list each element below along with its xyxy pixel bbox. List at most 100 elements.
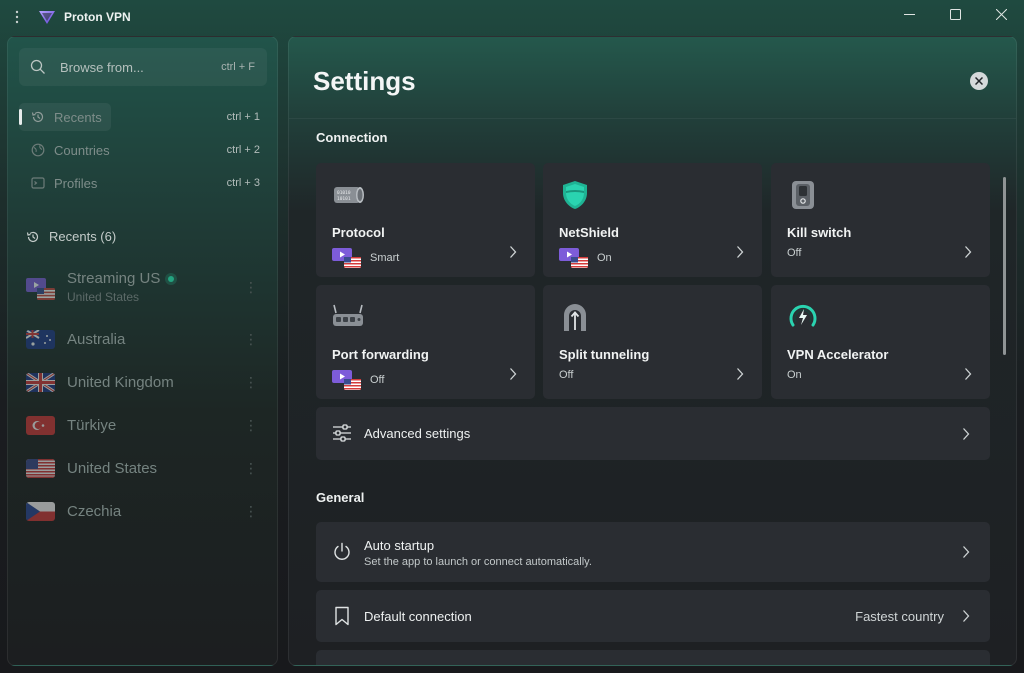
port-forwarding-card[interactable]: Port forwarding Off (316, 285, 535, 399)
kill-switch-title: Kill switch (787, 225, 852, 240)
search-input[interactable] (60, 59, 210, 75)
recent-item-czechia[interactable]: Czechia ⋮ (26, 491, 266, 531)
more-options-icon[interactable]: ⋮ (244, 417, 258, 434)
streaming-us-flag-icon (26, 277, 55, 300)
proton-vpn-logo-icon (39, 11, 55, 24)
streaming-us-flag-icon (559, 248, 588, 268)
recent-name: Streaming US (67, 270, 161, 287)
streaming-us-flag-icon (332, 248, 361, 268)
close-window-button[interactable] (978, 0, 1024, 28)
more-options-icon[interactable]: ⋮ (244, 460, 258, 477)
chevron-right-icon (963, 610, 970, 622)
recent-name: Czechia (67, 502, 122, 520)
split-tunneling-title: Split tunneling (559, 347, 650, 362)
nav-item-countries[interactable]: Countries ctrl + 2 (19, 136, 268, 164)
chevron-right-icon (963, 428, 970, 440)
more-menu-icon[interactable] (0, 0, 34, 34)
chevron-right-icon (510, 368, 517, 380)
settings-header: Settings (289, 37, 1016, 119)
recent-item-australia[interactable]: Australia ⋮ (26, 319, 266, 359)
turkiye-flag-icon (26, 415, 55, 435)
maximize-button[interactable] (932, 0, 978, 28)
more-options-icon[interactable]: ⋮ (244, 331, 258, 348)
protocol-card[interactable]: 01010 10101 Protocol Smart (316, 163, 535, 277)
nav-shortcut-countries: ctrl + 2 (226, 144, 260, 156)
connection-heading: Connection (316, 130, 388, 145)
default-connection-row[interactable]: Default connection Fastest country (316, 590, 990, 642)
advanced-settings-title: Advanced settings (364, 426, 471, 441)
chevron-right-icon (965, 368, 972, 380)
auto-startup-title: Auto startup (364, 538, 435, 553)
minimize-icon (903, 13, 915, 15)
vpn-accelerator-value: On (787, 369, 802, 381)
search-shortcut: ctrl + F (221, 61, 255, 73)
protocol-value-text: Smart (370, 252, 400, 264)
more-options-icon[interactable]: ⋮ (244, 503, 258, 520)
auto-startup-row[interactable]: Auto startup Set the app to launch or co… (316, 522, 990, 582)
recent-name: Türkiye (67, 416, 117, 434)
port-forwarding-value: Off (332, 370, 384, 390)
netshield-card[interactable]: NetShield On (543, 163, 762, 277)
recent-subtitle: United States (67, 290, 140, 304)
auto-startup-subtitle: Set the app to launch or connect automat… (364, 556, 592, 568)
nav-item-profiles[interactable]: Profiles ctrl + 3 (19, 169, 268, 197)
kill-switch-card[interactable]: Kill switch Off (771, 163, 990, 277)
chevron-right-icon (737, 368, 744, 380)
split-tunneling-card[interactable]: Split tunneling Off (543, 285, 762, 399)
chevron-right-icon (510, 246, 517, 258)
shield-icon (563, 181, 587, 209)
nav-item-recents[interactable]: Recents ctrl + 1 (19, 103, 268, 131)
nav-label-profiles: Profiles (54, 175, 98, 191)
vpn-accelerator-card[interactable]: VPN Accelerator On (771, 285, 990, 399)
settings-scrollbar[interactable] (1003, 177, 1006, 355)
nav-shortcut-recents: ctrl + 1 (226, 111, 260, 123)
vpn-accelerator-title: VPN Accelerator (787, 347, 889, 362)
close-icon (995, 8, 1007, 20)
window-title: Proton VPN (64, 10, 131, 24)
czechia-flag-icon (26, 501, 55, 521)
history-icon (31, 111, 44, 123)
protocol-icon: 01010 10101 (334, 187, 364, 203)
online-indicator (168, 276, 175, 283)
recent-name: United Kingdom (67, 373, 174, 391)
svg-text:10101: 10101 (337, 196, 351, 202)
recents-heading-label: Recents (6) (49, 229, 117, 244)
maximize-icon (949, 8, 961, 20)
router-icon (333, 304, 363, 326)
port-forwarding-value-text: Off (370, 374, 385, 386)
advanced-settings-row[interactable]: Advanced settings (316, 407, 990, 460)
nav-label-countries: Countries (54, 142, 110, 158)
chevron-right-icon (965, 246, 972, 258)
power-icon (334, 542, 350, 560)
history-icon (26, 231, 39, 242)
chevron-right-icon (963, 546, 970, 558)
recent-item-streaming-us[interactable]: Streaming US United States ⋮ (26, 265, 266, 309)
settings-panel: Settings Connection 01010 10101 Protocol… (288, 36, 1017, 666)
protocol-value: Smart (332, 248, 399, 268)
recent-item-united-states[interactable]: United States ⋮ (26, 448, 266, 488)
next-setting-row[interactable] (316, 650, 990, 665)
chevron-right-icon (737, 246, 744, 258)
terminal-icon (31, 177, 45, 189)
netshield-title: NetShield (559, 225, 619, 240)
uk-flag-icon (26, 372, 55, 392)
recent-item-turkiye[interactable]: Türkiye ⋮ (26, 405, 266, 445)
more-options-icon[interactable]: ⋮ (244, 374, 258, 391)
sliders-icon (333, 424, 351, 442)
title-bar: Proton VPN (0, 0, 1024, 34)
more-options-icon[interactable]: ⋮ (244, 279, 258, 296)
svg-text:01010: 01010 (337, 190, 351, 196)
minimize-button[interactable] (886, 0, 932, 28)
bookmark-icon (335, 606, 349, 626)
netshield-value: On (559, 248, 612, 268)
search-box[interactable]: ctrl + F (19, 48, 267, 86)
recents-heading: Recents (6) (26, 229, 116, 244)
recent-item-united-kingdom[interactable]: United Kingdom ⋮ (26, 362, 266, 402)
netshield-value-text: On (597, 252, 612, 264)
default-connection-title: Default connection (364, 609, 472, 624)
sidebar: ctrl + F Recents ctrl + 1 Countries ctrl… (7, 36, 278, 666)
port-forwarding-title: Port forwarding (332, 347, 429, 362)
close-icon (975, 77, 983, 85)
split-tunnel-icon (564, 304, 586, 331)
close-settings-button[interactable] (970, 72, 988, 90)
